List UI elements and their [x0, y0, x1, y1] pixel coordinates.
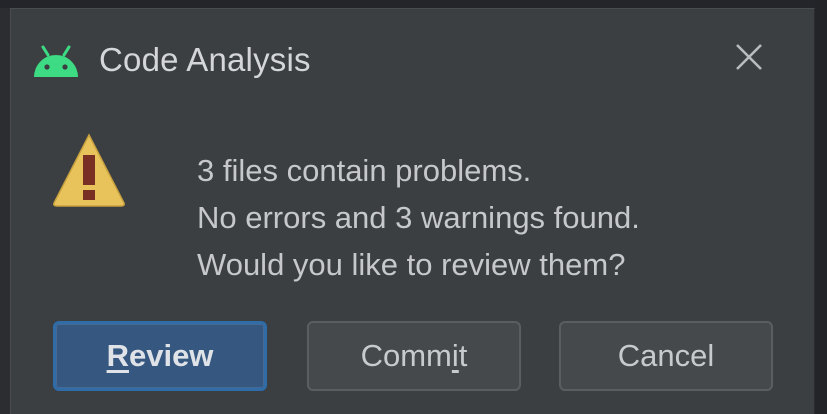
- message-line: Would you like to review them?: [197, 247, 626, 282]
- message-line: No errors and 3 warnings found.: [197, 200, 640, 235]
- close-icon[interactable]: [731, 39, 767, 75]
- commit-label-after: t: [458, 338, 468, 373]
- review-label-rest: eview: [128, 338, 214, 373]
- dialog-titlebar: Code Analysis: [11, 9, 814, 109]
- cancel-button[interactable]: Cancel: [559, 321, 773, 391]
- android-icon: [34, 45, 78, 77]
- warning-icon: [53, 133, 125, 207]
- code-analysis-dialog: Code Analysis 3 files contain problems. …: [10, 8, 815, 414]
- review-mnemonic: R: [106, 338, 129, 373]
- review-button[interactable]: Review: [53, 321, 267, 391]
- commit-label-before: Comm: [360, 338, 452, 373]
- dialog-title: Code Analysis: [99, 41, 311, 78]
- dialog-message: 3 files contain problems. No errors and …: [197, 147, 640, 288]
- backdrop-right: [815, 0, 827, 414]
- commit-mnemonic: i: [451, 338, 459, 373]
- cancel-label: Cancel: [617, 338, 715, 373]
- message-line: 3 files contain problems.: [197, 153, 532, 188]
- commit-button[interactable]: Comm i t: [307, 321, 521, 391]
- backdrop-top: [0, 0, 827, 8]
